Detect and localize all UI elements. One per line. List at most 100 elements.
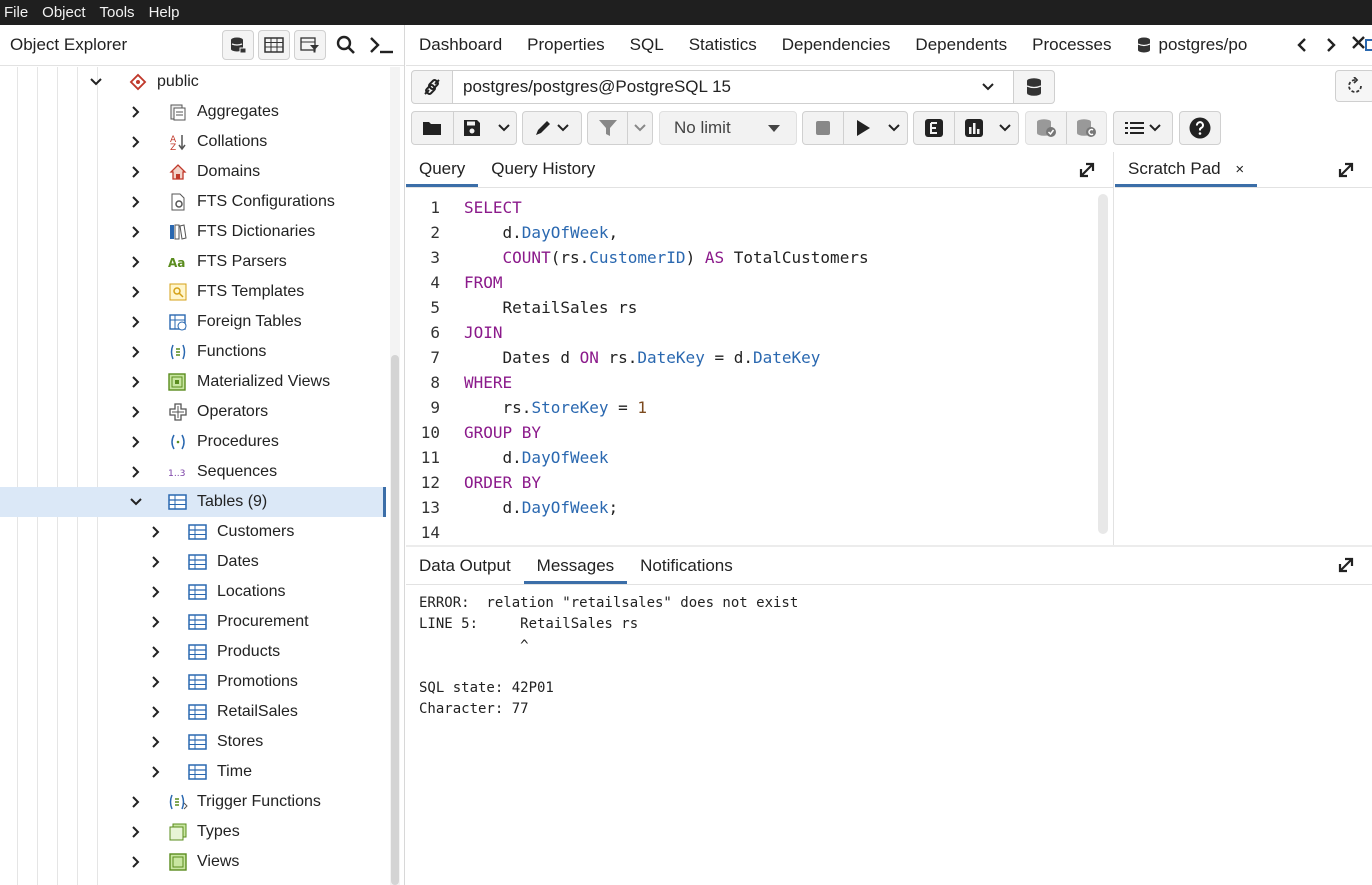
- code-line[interactable]: FROM: [464, 270, 869, 295]
- save-options-chevron-icon[interactable]: [491, 112, 516, 144]
- tree-item-locations[interactable]: Locations: [0, 577, 386, 607]
- editor-scrollbar[interactable]: [1098, 194, 1108, 534]
- tree-item-fts-dictionaries[interactable]: FTS Dictionaries: [0, 217, 386, 247]
- save-icon[interactable]: [454, 112, 492, 144]
- psql-terminal-icon[interactable]: [366, 30, 398, 60]
- filter-icon[interactable]: [588, 112, 627, 144]
- code-line[interactable]: rs.StoreKey = 1: [464, 395, 869, 420]
- tab-sql[interactable]: SQL: [630, 35, 664, 55]
- chevron-right-icon[interactable]: [129, 345, 143, 359]
- tree-item-domains[interactable]: Domains: [0, 157, 386, 187]
- tab-properties[interactable]: Properties: [527, 35, 604, 55]
- row-limit-select[interactable]: No limit: [659, 111, 797, 145]
- tab-dashboard[interactable]: Dashboard: [419, 35, 502, 55]
- view-data-icon[interactable]: [258, 30, 290, 60]
- code-line[interactable]: RetailSales rs: [464, 295, 869, 320]
- commit-icon[interactable]: [1026, 112, 1066, 144]
- code-line[interactable]: WHERE: [464, 370, 869, 395]
- explain-icon[interactable]: [914, 112, 954, 144]
- explain-options-chevron-icon[interactable]: [993, 112, 1017, 144]
- tab-query-tool[interactable]: postgres/po: [1136, 35, 1247, 55]
- filter-options-chevron-icon[interactable]: [628, 112, 652, 144]
- connection-select[interactable]: postgres/postgres@PostgreSQL 15: [452, 70, 1014, 104]
- rollback-icon[interactable]: [1066, 112, 1106, 144]
- tree-item-operators[interactable]: Operators: [0, 397, 386, 427]
- execute-icon[interactable]: [844, 112, 882, 144]
- explain-analyze-icon[interactable]: [955, 112, 993, 144]
- tree-item-tables-9[interactable]: Tables (9): [0, 487, 386, 517]
- tree-item-types[interactable]: Types: [0, 817, 386, 847]
- chevron-right-icon[interactable]: [149, 765, 163, 779]
- chevron-right-icon[interactable]: [129, 795, 143, 809]
- maximize-icon[interactable]: [1077, 160, 1097, 180]
- tree-item-sequences[interactable]: 1..3 Sequences: [0, 457, 386, 487]
- tabs-scroll-left-icon[interactable]: [1291, 34, 1313, 56]
- tab-query[interactable]: Query: [406, 159, 479, 187]
- tab-query-history[interactable]: Query History: [478, 159, 608, 187]
- chevron-right-icon[interactable]: [129, 855, 143, 869]
- chevron-right-icon[interactable]: [149, 585, 163, 599]
- menu-help[interactable]: Help: [149, 4, 180, 21]
- chevron-right-icon[interactable]: [149, 615, 163, 629]
- code-line[interactable]: ORDER BY: [464, 470, 869, 495]
- tree-item-fts-parsers[interactable]: Aa FTS Parsers: [0, 247, 386, 277]
- tab-statistics[interactable]: Statistics: [689, 35, 757, 55]
- tree-item-dates[interactable]: Dates: [0, 547, 386, 577]
- tree-item-stores[interactable]: Stores: [0, 727, 386, 757]
- chevron-right-icon[interactable]: [129, 315, 143, 329]
- chevron-right-icon[interactable]: [149, 675, 163, 689]
- help-icon[interactable]: [1180, 112, 1220, 144]
- tree-item-customers[interactable]: Customers: [0, 517, 386, 547]
- chevron-right-icon[interactable]: [129, 195, 143, 209]
- chevron-right-icon[interactable]: [129, 255, 143, 269]
- edit-icon[interactable]: [523, 112, 581, 144]
- tree-item-trigger-functions[interactable]: Trigger Functions: [0, 787, 386, 817]
- chevron-right-icon[interactable]: [129, 165, 143, 179]
- sql-code[interactable]: SELECT d.DayOfWeek, COUNT(rs.CustomerID)…: [464, 195, 869, 545]
- tree-item-time[interactable]: Time: [0, 757, 386, 787]
- tree-item-views[interactable]: Views: [0, 847, 386, 877]
- tree-item-aggregates[interactable]: Aggregates: [0, 97, 386, 127]
- chevron-right-icon[interactable]: [149, 555, 163, 569]
- tab-notifications[interactable]: Notifications: [627, 556, 746, 584]
- chevron-right-icon[interactable]: [129, 285, 143, 299]
- tree-item-fts-templates[interactable]: FTS Templates: [0, 277, 386, 307]
- code-line[interactable]: d.DayOfWeek: [464, 445, 869, 470]
- chevron-right-icon[interactable]: [129, 225, 143, 239]
- tab-processes[interactable]: Processes: [1032, 35, 1111, 55]
- code-line[interactable]: d.DayOfWeek,: [464, 220, 869, 245]
- refresh-icon[interactable]: [1335, 70, 1372, 102]
- chevron-right-icon[interactable]: [129, 435, 143, 449]
- code-line[interactable]: GROUP BY: [464, 420, 869, 445]
- chevron-right-icon[interactable]: [149, 735, 163, 749]
- tree-item-collations[interactable]: A Z Collations: [0, 127, 386, 157]
- explorer-scrollbar-thumb[interactable]: [391, 355, 399, 885]
- menu-object[interactable]: Object: [42, 4, 85, 21]
- tab-data-output[interactable]: Data Output: [406, 556, 524, 584]
- code-line[interactable]: d.DayOfWeek;: [464, 495, 869, 520]
- chevron-right-icon[interactable]: [129, 105, 143, 119]
- macros-icon[interactable]: [1114, 112, 1172, 144]
- execute-options-chevron-icon[interactable]: [882, 112, 906, 144]
- close-icon[interactable]: ×: [1235, 161, 1244, 178]
- tree-item-procurement[interactable]: Procurement: [0, 607, 386, 637]
- open-file-icon[interactable]: [412, 112, 453, 144]
- tree-item-promotions[interactable]: Promotions: [0, 667, 386, 697]
- code-line[interactable]: JOIN: [464, 320, 869, 345]
- chevron-right-icon[interactable]: [129, 375, 143, 389]
- chevron-right-icon[interactable]: [129, 465, 143, 479]
- chevron-right-icon[interactable]: [149, 645, 163, 659]
- tree-item-public[interactable]: public: [0, 67, 386, 97]
- code-line[interactable]: SELECT: [464, 195, 869, 220]
- query-tool-icon[interactable]: [222, 30, 254, 60]
- tree-item-functions[interactable]: Functions: [0, 337, 386, 367]
- menu-file[interactable]: File: [4, 4, 28, 21]
- tree-item-foreign-tables[interactable]: Foreign Tables: [0, 307, 386, 337]
- chevron-right-icon[interactable]: [129, 405, 143, 419]
- search-icon[interactable]: [330, 30, 362, 60]
- tab-messages[interactable]: Messages: [523, 556, 628, 584]
- chevron-down-icon[interactable]: [129, 495, 143, 509]
- maximize-icon[interactable]: [1336, 160, 1356, 180]
- chevron-right-icon[interactable]: [149, 525, 163, 539]
- tree-item-fts-configurations[interactable]: FTS Configurations: [0, 187, 386, 217]
